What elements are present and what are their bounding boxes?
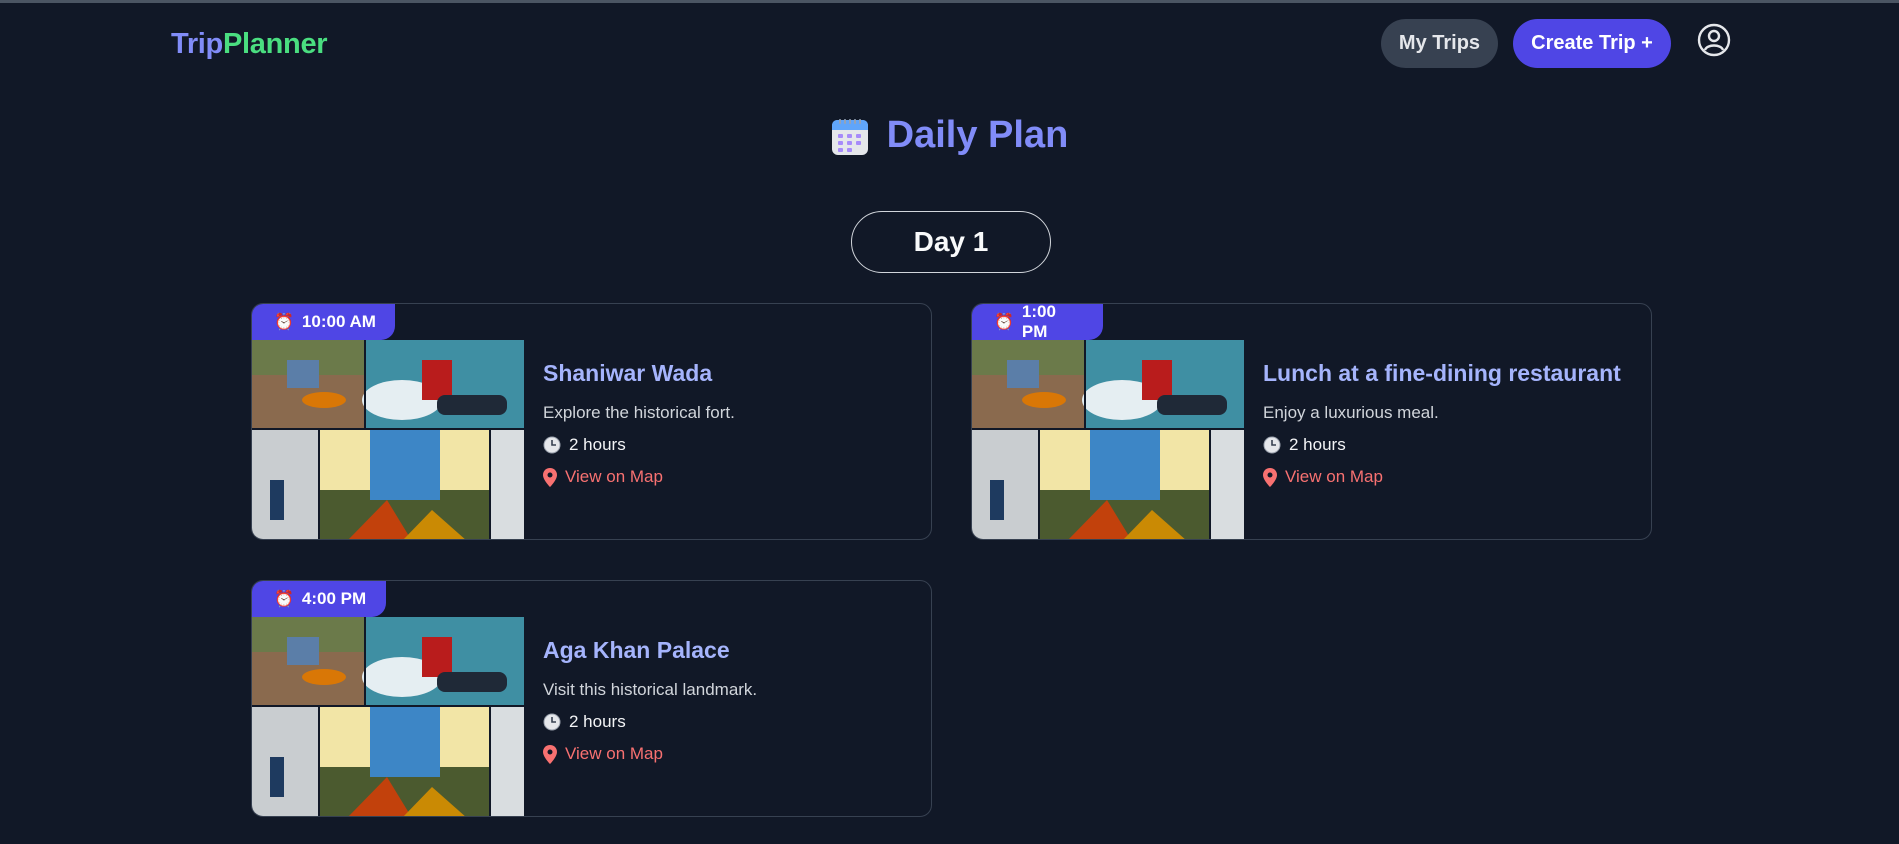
page-title-text: Daily Plan: [886, 114, 1069, 156]
activity-description: Enjoy a luxurious meal.: [1263, 403, 1439, 422]
activity-card[interactable]: ⏰ 1:00 PM Lunch at a fine-dining restaur…: [971, 303, 1652, 540]
map-pin-icon: [543, 467, 557, 487]
clock-icon: [1263, 436, 1281, 454]
activity-image-collage: [252, 617, 524, 816]
time-badge: ⏰ 1:00 PM: [972, 303, 1103, 341]
alarm-clock-icon: ⏰: [274, 591, 294, 608]
activity-time: 10:00 AM: [301, 312, 376, 331]
activity-description: Visit this historical landmark.: [543, 680, 758, 699]
calendar-icon: [831, 118, 868, 155]
time-badge: ⏰ 10:00 AM: [252, 304, 395, 340]
view-on-map-link[interactable]: View on Map: [543, 467, 921, 487]
activity-duration: 2 hours: [1263, 435, 1641, 455]
map-pin-icon: [1263, 467, 1277, 487]
map-link-text: View on Map: [565, 744, 663, 763]
user-circle-icon[interactable]: [1697, 23, 1731, 57]
activity-card[interactable]: ⏰ 10:00 AM Shaniwar Wada Explore the his…: [251, 303, 932, 540]
app-logo[interactable]: TripPlanner: [171, 28, 328, 61]
activity-title: Aga Khan Palace: [543, 637, 730, 663]
activity-description: Explore the historical fort.: [543, 403, 735, 422]
clock-icon: [543, 713, 561, 731]
activity-image-collage: [252, 340, 524, 539]
activity-image-collage: [972, 340, 1244, 539]
map-pin-icon: [543, 744, 557, 764]
navbar: TripPlanner My Trips Create Trip +: [0, 0, 1899, 90]
activity-time: 4:00 PM: [301, 589, 367, 608]
logo-trip-text: Trip: [171, 28, 223, 60]
activity-time: 1:00 PM: [1021, 303, 1056, 341]
page-title: Daily Plan: [0, 114, 1899, 157]
activity-title: Lunch at a fine-dining restaurant: [1263, 360, 1621, 386]
duration-text: 2 hours: [569, 435, 626, 454]
activity-duration: 2 hours: [543, 435, 921, 455]
view-on-map-link[interactable]: View on Map: [1263, 467, 1641, 487]
alarm-clock-icon: ⏰: [274, 314, 294, 331]
time-badge: ⏰ 4:00 PM: [252, 581, 386, 617]
create-trip-button[interactable]: Create Trip +: [1513, 19, 1671, 68]
activity-duration: 2 hours: [543, 712, 921, 732]
view-on-map-link[interactable]: View on Map: [543, 744, 921, 764]
activity-title: Shaniwar Wada: [543, 360, 713, 386]
activity-info: Shaniwar Wada Explore the historical for…: [543, 360, 921, 499]
map-link-text: View on Map: [1285, 467, 1383, 486]
activity-info: Lunch at a fine-dining restaurant Enjoy …: [1263, 360, 1641, 499]
activity-info: Aga Khan Palace Visit this historical la…: [543, 637, 921, 776]
clock-icon: [543, 436, 561, 454]
alarm-clock-icon: ⏰: [994, 314, 1014, 331]
logo-planner-text: Planner: [222, 28, 328, 60]
day-label: Day 1: [851, 211, 1051, 273]
duration-text: 2 hours: [569, 712, 626, 731]
activity-card[interactable]: ⏰ 4:00 PM Aga Khan Palace Visit this his…: [251, 580, 932, 817]
duration-text: 2 hours: [1289, 435, 1346, 454]
map-link-text: View on Map: [565, 467, 663, 486]
my-trips-button[interactable]: My Trips: [1381, 19, 1498, 68]
